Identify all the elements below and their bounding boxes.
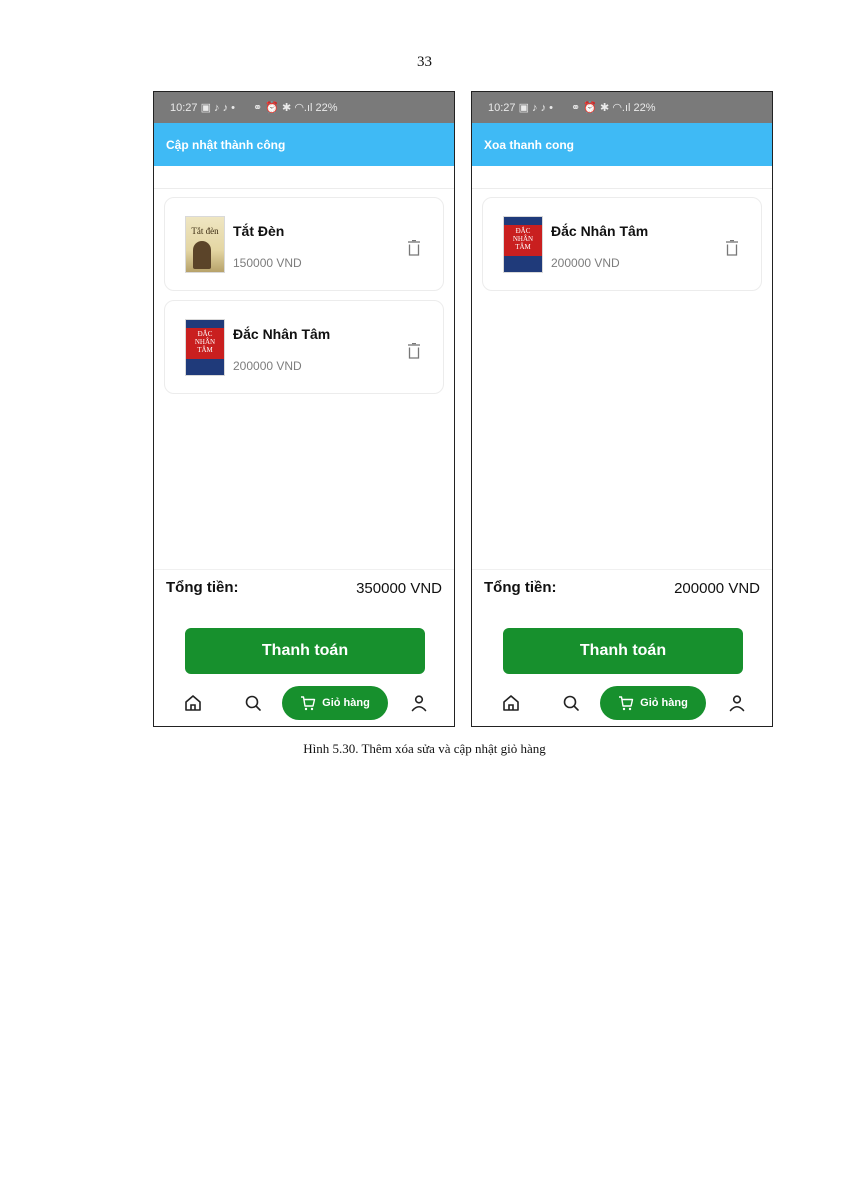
item-price: 150000 VND: [233, 256, 302, 270]
total-value: 350000 VND: [356, 580, 442, 597]
item-price: 200000 VND: [551, 256, 620, 270]
cart-list: Tắt đèn Tắt Đèn 150000 VND ĐẮC NHÂN TÂM …: [154, 189, 454, 394]
toast-message: Xoa thanh cong: [472, 123, 772, 166]
book-cover: ĐẮC NHÂN TÂM: [185, 319, 225, 376]
trash-icon[interactable]: [407, 240, 421, 256]
total-value: 200000 VND: [674, 580, 760, 597]
nav-cart-label: Giỏ hàng: [640, 697, 688, 709]
status-left-icons: ▣ ♪ ♪ •: [200, 102, 236, 114]
trash-icon[interactable]: [725, 240, 739, 256]
nav-cart-tab[interactable]: Giỏ hàng: [282, 686, 388, 720]
cart-list: ĐẮC NHÂN TÂM Đắc Nhân Tâm 200000 VND: [472, 189, 772, 291]
page-number: 33: [417, 54, 432, 70]
nav-cart-tab[interactable]: Giỏ hàng: [600, 686, 706, 720]
cart-icon: [301, 696, 316, 711]
item-name: Đắc Nhân Tâm: [233, 326, 331, 342]
status-bar: 10:27 ▣ ♪ ♪ • ⚭ ⏰ ✱ ◠.ıl 22%: [154, 92, 454, 123]
home-icon[interactable]: [502, 694, 520, 712]
figure-caption: Hình 5.30. Thêm xóa sửa và cập nhật giỏ …: [303, 741, 546, 756]
bottom-nav: Giỏ hàng: [472, 684, 772, 724]
status-left-icons: ▣ ♪ ♪ •: [518, 102, 554, 114]
status-bar: 10:27 ▣ ♪ ♪ • ⚭ ⏰ ✱ ◠.ıl 22%: [472, 92, 772, 123]
status-time: 10:27: [488, 101, 516, 114]
search-icon[interactable]: [562, 694, 580, 712]
book-cover: ĐẮC NHÂN TÂM: [503, 216, 543, 273]
status-time: 10:27: [170, 101, 198, 114]
home-icon[interactable]: [184, 694, 202, 712]
total-label: Tổng tiền:: [484, 579, 557, 596]
checkout-button[interactable]: Thanh toán: [185, 628, 425, 674]
item-name: Đắc Nhân Tâm: [551, 223, 649, 239]
total-row: Tổng tiền: 200000 VND: [472, 569, 772, 605]
book-cover-title: Tắt đèn: [191, 226, 219, 236]
bottom-nav: Giỏ hàng: [154, 684, 454, 724]
cart-icon: [619, 696, 634, 711]
phone-screen-delete: 10:27 ▣ ♪ ♪ • ⚭ ⏰ ✱ ◠.ıl 22% Xoa thanh c…: [471, 91, 773, 727]
book-cover-title: ĐẮC NHÂN TÂM: [512, 227, 534, 251]
book-cover: Tắt đèn: [185, 216, 225, 273]
item-name: Tắt Đèn: [233, 223, 285, 239]
user-icon[interactable]: [728, 694, 746, 712]
book-cover-title: ĐẮC NHÂN TÂM: [194, 330, 216, 354]
status-right-icons: ⚭ ⏰ ✱ ◠.ıl 22%: [253, 102, 338, 114]
cart-item[interactable]: Tắt đèn Tắt Đèn 150000 VND: [164, 197, 444, 291]
toast-message: Cập nhật thành công: [154, 123, 454, 166]
user-icon[interactable]: [410, 694, 428, 712]
cart-item[interactable]: ĐẮC NHÂN TÂM Đắc Nhân Tâm 200000 VND: [164, 300, 444, 394]
trash-icon[interactable]: [407, 343, 421, 359]
checkout-button[interactable]: Thanh toán: [503, 628, 743, 674]
nav-cart-label: Giỏ hàng: [322, 697, 370, 709]
item-price: 200000 VND: [233, 359, 302, 373]
phone-screen-update: 10:27 ▣ ♪ ♪ • ⚭ ⏰ ✱ ◠.ıl 22% Cập nhật th…: [153, 91, 455, 727]
search-icon[interactable]: [244, 694, 262, 712]
total-label: Tổng tiền:: [166, 579, 239, 596]
cart-item[interactable]: ĐẮC NHÂN TÂM Đắc Nhân Tâm 200000 VND: [482, 197, 762, 291]
header-strip: [154, 166, 454, 189]
total-row: Tổng tiền: 350000 VND: [154, 569, 454, 605]
header-strip: [472, 166, 772, 189]
status-right-icons: ⚭ ⏰ ✱ ◠.ıl 22%: [571, 102, 656, 114]
